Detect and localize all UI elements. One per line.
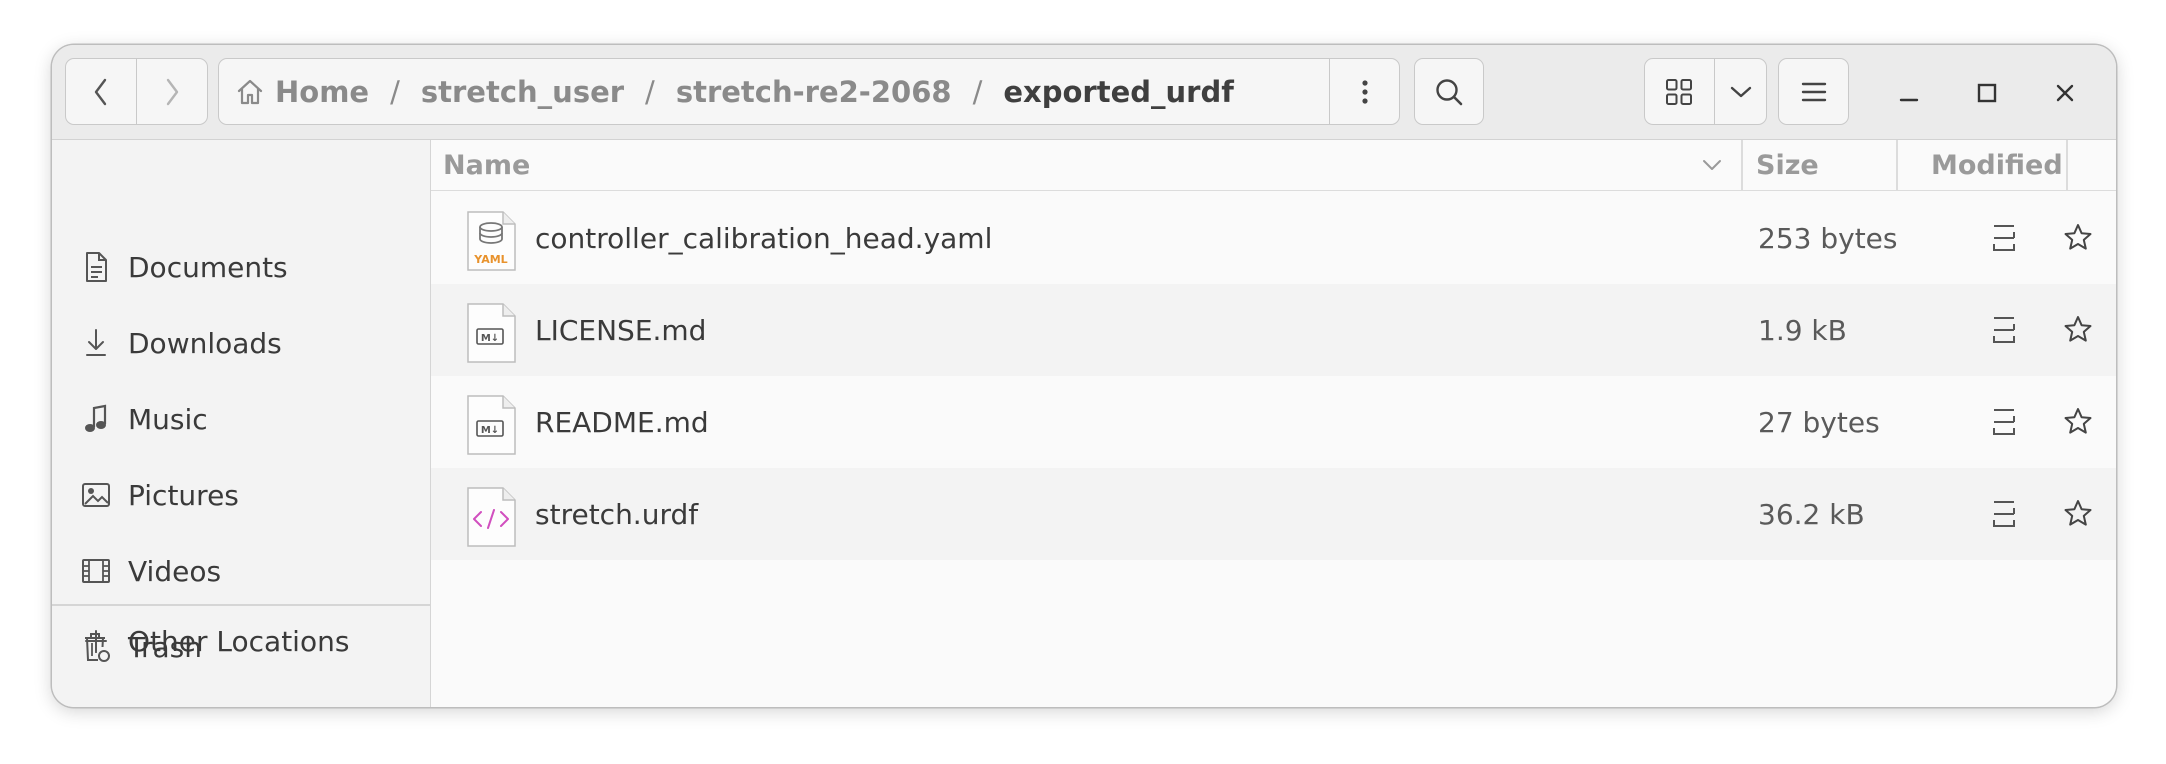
file-size: 1.9 kB [1758, 313, 1847, 347]
header-bar: Home / stretch_user / stretch-re2-2068 /… [52, 45, 2116, 140]
maximize-icon [1977, 83, 1997, 103]
sidebar-item-music[interactable]: Music [52, 391, 430, 447]
file-name: controller_calibration_head.yaml [535, 221, 993, 255]
maximize-button[interactable] [1969, 75, 2005, 111]
file-list-view: Name Size Modified YAML controller_calib… [431, 140, 2116, 707]
local-file-icon [1988, 496, 2020, 532]
sidebar-item-pictures[interactable]: Pictures [52, 467, 430, 523]
forward-button[interactable] [137, 59, 207, 124]
sidebar-item-label: Pictures [128, 478, 239, 512]
breadcrumb: Home / stretch_user / stretch-re2-2068 /… [219, 59, 1329, 124]
music-icon [80, 403, 112, 435]
sidebar-item-label: Other Locations [128, 624, 350, 658]
sort-chevron-icon [1701, 155, 1723, 179]
file-row[interactable]: YAML controller_calibration_head.yaml 25… [431, 192, 2116, 284]
breadcrumb-separator: / [645, 74, 655, 109]
document-icon [80, 251, 112, 283]
column-separator [1741, 140, 1743, 190]
file-size: 27 bytes [1758, 405, 1880, 439]
star-icon[interactable] [2060, 311, 2096, 347]
sidebar-divider [52, 604, 430, 606]
star-icon[interactable] [2060, 403, 2096, 439]
search-button[interactable] [1414, 58, 1484, 125]
home-icon [235, 77, 265, 107]
file-row[interactable]: stretch.urdf 36.2 kB [431, 468, 2116, 560]
path-menu-button[interactable] [1329, 59, 1399, 124]
breadcrumb-current-folder[interactable]: exported_urdf [1003, 75, 1233, 109]
file-size: 253 bytes [1758, 221, 1898, 255]
sidebar-item-downloads[interactable]: Downloads [52, 315, 430, 371]
file-name: stretch.urdf [535, 497, 699, 531]
sidebar-item-label: Videos [128, 554, 222, 588]
search-icon [1436, 78, 1463, 105]
file-row[interactable]: M↓ LICENSE.md 1.9 kB [431, 284, 2116, 376]
column-separator [2066, 140, 2068, 190]
local-file-icon [1988, 312, 2020, 348]
svg-text:YAML: YAML [473, 253, 507, 266]
view-options [1644, 58, 1767, 125]
markdown-file-icon: M↓ [467, 395, 516, 455]
pictures-icon [80, 479, 112, 511]
column-header-name-label: Name [443, 149, 531, 181]
sidebar-item-label: Music [128, 402, 208, 436]
path-bar: Home / stretch_user / stretch-re2-2068 /… [218, 58, 1400, 125]
download-icon [80, 327, 112, 359]
chevron-right-icon [166, 78, 179, 105]
breadcrumb-stretch-user[interactable]: stretch_user [421, 75, 624, 109]
hamburger-menu-icon [1801, 82, 1826, 101]
back-button[interactable] [66, 59, 136, 124]
minimize-icon [1899, 98, 1919, 102]
file-row[interactable]: M↓ README.md 27 bytes [431, 376, 2116, 468]
chevron-down-icon [1730, 86, 1751, 97]
close-button[interactable] [2047, 75, 2083, 111]
column-header-modified[interactable]: Modified [1931, 140, 2063, 190]
breadcrumb-home[interactable]: Home [275, 75, 369, 109]
sidebar-item-label: Documents [128, 250, 288, 284]
video-icon [80, 555, 112, 587]
chevron-left-icon [94, 78, 107, 105]
column-header-modified-label: Modified [1931, 149, 2063, 181]
breadcrumb-separator: / [972, 74, 983, 109]
star-icon[interactable] [2060, 219, 2096, 255]
file-size: 36.2 kB [1758, 497, 1865, 531]
column-header-size-label: Size [1756, 149, 1819, 181]
xml-file-icon [467, 487, 516, 547]
view-mode-button[interactable] [1645, 59, 1714, 124]
main-menu-button[interactable] [1778, 58, 1849, 125]
file-name: LICENSE.md [535, 313, 707, 347]
sidebar: Documents Downloads Music Pictures Video… [52, 140, 431, 707]
local-file-icon [1988, 220, 2020, 256]
grid-view-icon [1666, 78, 1693, 105]
sidebar-item-documents[interactable]: Documents [52, 239, 430, 295]
file-manager-window: Home / stretch_user / stretch-re2-2068 /… [52, 45, 2116, 707]
yaml-file-icon: YAML [467, 211, 516, 271]
close-icon [2056, 84, 2074, 102]
sidebar-item-other-locations[interactable]: Other Locations [52, 613, 430, 669]
sidebar-item-label: Downloads [128, 326, 282, 360]
markdown-file-icon: M↓ [467, 303, 516, 363]
view-dropdown-button[interactable] [1715, 59, 1766, 124]
column-header-size[interactable]: Size [1756, 140, 1819, 190]
breadcrumb-separator: / [390, 74, 400, 109]
file-name: README.md [535, 405, 709, 439]
sidebar-item-videos[interactable]: Videos [52, 543, 430, 599]
star-icon[interactable] [2060, 495, 2096, 531]
plus-icon [80, 625, 112, 657]
vertical-dots-icon [1361, 79, 1368, 104]
column-separator [1896, 140, 1898, 190]
svg-text:M↓: M↓ [481, 333, 499, 344]
column-header-row: Name Size Modified [431, 140, 2116, 191]
minimize-button[interactable] [1891, 75, 1927, 111]
column-header-name[interactable]: Name [443, 140, 1653, 190]
local-file-icon [1988, 404, 2020, 440]
navigation-buttons [65, 58, 208, 125]
svg-text:M↓: M↓ [481, 425, 499, 436]
breadcrumb-stretch-re2[interactable]: stretch-re2-2068 [676, 75, 952, 109]
